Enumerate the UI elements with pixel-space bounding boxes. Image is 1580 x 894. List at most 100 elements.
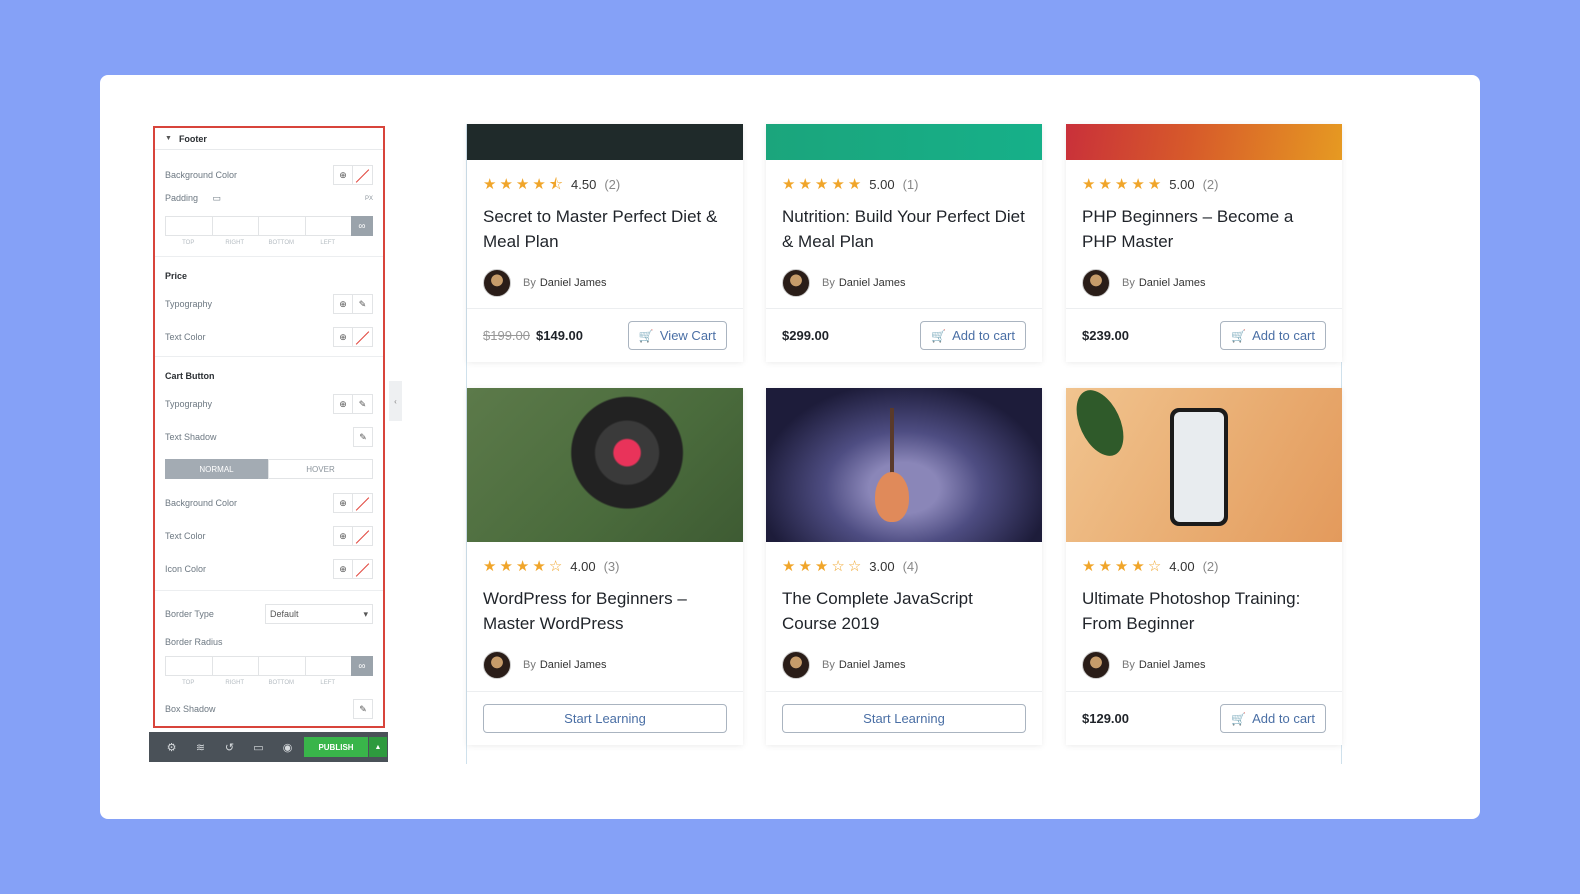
units-select[interactable]: PX — [365, 196, 373, 202]
course-title[interactable]: WordPress for Beginners – Master WordPre… — [483, 586, 727, 636]
padding-row: Padding ▭ PX — [165, 193, 373, 204]
star-icon: ★ — [1098, 175, 1112, 193]
add-to-cart-button[interactable]: 🛒 Add to cart — [1220, 321, 1326, 350]
course-title[interactable]: Nutrition: Build Your Perfect Diet & Mea… — [782, 204, 1026, 254]
section-header-footer[interactable]: ▼ Footer — [155, 128, 383, 150]
history-icon[interactable]: ↺ — [215, 741, 244, 754]
globe-icon[interactable]: ⊕ — [333, 327, 353, 347]
star-icon: ★ — [499, 557, 513, 575]
link-icon[interactable]: ∞ — [351, 656, 373, 676]
radius-top-input[interactable] — [165, 656, 212, 676]
cart-icon: 🛒 — [931, 328, 947, 343]
course-title[interactable]: Secret to Master Perfect Diet & Meal Pla… — [483, 204, 727, 254]
course-card[interactable]: ★ ★ ★ ★ ⯪ 4.50 (2) Secret to Master Perfect D… — [467, 124, 743, 362]
course-title[interactable]: Ultimate Photoshop Training: From Beginn… — [1082, 586, 1326, 636]
course-card[interactable]: ★ ★ ★ ☆ ☆ 3.00 (4) The Complete JavaScript Co… — [766, 388, 1042, 745]
avatar — [483, 269, 511, 297]
star-icon: ★ — [1147, 175, 1162, 193]
star-icon: ★ — [499, 175, 513, 193]
padding-right-input[interactable] — [211, 216, 258, 236]
start-learning-button[interactable]: Start Learning — [782, 704, 1026, 733]
border-radius-label: Border Radius — [165, 637, 223, 647]
link-icon[interactable]: ∞ — [351, 216, 373, 236]
radius-bottom-input[interactable] — [258, 656, 305, 676]
globe-icon[interactable]: ⊕ — [333, 294, 353, 314]
padding-bottom-input[interactable] — [258, 216, 305, 236]
layers-icon[interactable]: ≋ — [186, 741, 215, 754]
globe-icon[interactable]: ⊕ — [333, 394, 353, 414]
monitor-icon[interactable]: ▭ — [213, 193, 222, 203]
leaf — [1067, 388, 1133, 464]
globe-icon[interactable]: ⊕ — [333, 165, 353, 185]
card-footer: $129.00 🛒 Add to cart — [1066, 691, 1342, 745]
radius-left-input[interactable] — [304, 656, 351, 676]
phone-screen — [1174, 412, 1224, 522]
course-card[interactable]: ★ ★ ★ ★ ★ 5.00 (1) Nutrition: Build Your Perf… — [766, 124, 1042, 362]
star-icon: ★ — [798, 557, 812, 575]
cart-typography-row: Typography ⊕ ✎ — [165, 394, 373, 414]
color-picker[interactable] — [353, 559, 373, 579]
star-icon: ★ — [814, 557, 829, 575]
pencil-icon[interactable]: ✎ — [353, 427, 373, 447]
view-cart-button[interactable]: 🛒 View Cart — [627, 321, 727, 350]
star-icon: ★ — [1131, 175, 1145, 193]
radius-right-input[interactable] — [211, 656, 258, 676]
eye-icon[interactable]: ◉ — [273, 741, 302, 754]
icon-color-row: Icon Color ⊕ — [165, 559, 373, 579]
course-title[interactable]: The Complete JavaScript Course 2019 — [782, 586, 1026, 636]
star-empty-icon: ☆ — [847, 557, 862, 575]
padding-left-input[interactable] — [304, 216, 351, 236]
padding-inputs: ∞ — [165, 216, 373, 236]
price-text-color-row: Text Color ⊕ — [165, 327, 373, 347]
course-grid: ★ ★ ★ ★ ⯪ 4.50 (2) Secret to Master Perfect D… — [466, 124, 1342, 764]
card-footer: $199.00 $149.00 🛒 View Cart — [467, 308, 743, 362]
avatar — [1082, 651, 1110, 679]
price: $299.00 — [782, 328, 829, 343]
star-icon: ★ — [1082, 175, 1096, 193]
star-icon: ★ — [532, 175, 546, 193]
tab-hover[interactable]: HOVER — [268, 459, 373, 479]
star-icon: ★ — [782, 175, 796, 193]
responsive-icon[interactable]: ▭ — [244, 741, 273, 754]
cart-button-section-title: Cart Button — [165, 371, 215, 381]
globe-icon[interactable]: ⊕ — [333, 526, 353, 546]
course-card[interactable]: ★ ★ ★ ★ ☆ 4.00 (2) Ultimate Photoshop Trainin… — [1066, 388, 1342, 745]
publish-button[interactable]: PUBLISH — [304, 737, 368, 757]
collapse-panel-handle[interactable]: ‹ — [389, 381, 402, 421]
color-picker[interactable] — [353, 493, 373, 513]
course-image — [766, 388, 1042, 542]
gear-icon[interactable]: ⚙ — [157, 741, 186, 754]
cart-bg-color-row: Background Color ⊕ — [165, 493, 373, 513]
pencil-icon[interactable]: ✎ — [353, 294, 373, 314]
border-type-select[interactable]: Default ▾ — [265, 604, 373, 624]
course-image — [467, 388, 743, 542]
course-card[interactable]: ★ ★ ★ ★ ★ 5.00 (2) PHP Beginners – Become a P… — [1066, 124, 1342, 362]
border-type-row: Border Type Default ▾ — [165, 604, 373, 624]
padding-top-input[interactable] — [165, 216, 212, 236]
color-picker[interactable] — [353, 327, 373, 347]
rating: ★ ★ ★ ★ ⯪ 4.50 (2) — [483, 175, 621, 193]
pencil-icon[interactable]: ✎ — [353, 394, 373, 414]
state-tabs: NORMAL HOVER — [165, 459, 373, 479]
color-picker[interactable] — [353, 165, 373, 185]
add-to-cart-button[interactable]: 🛒 Add to cart — [920, 321, 1026, 350]
course-image — [1066, 388, 1342, 542]
start-learning-button[interactable]: Start Learning — [483, 704, 727, 733]
globe-icon[interactable]: ⊕ — [333, 559, 353, 579]
star-icon: ★ — [1082, 557, 1096, 575]
chevron-down-icon: ▾ — [363, 608, 368, 619]
box-shadow-row: Box Shadow ✎ — [165, 699, 373, 719]
price-section-title: Price — [165, 271, 188, 281]
course-title[interactable]: PHP Beginners – Become a PHP Master — [1082, 204, 1326, 254]
padding-labels: TOP RIGHT BOTTOM LEFT — [182, 240, 336, 246]
cart-icon: 🛒 — [1231, 711, 1247, 726]
color-picker[interactable] — [353, 526, 373, 546]
add-to-cart-button[interactable]: 🛒 Add to cart — [1220, 704, 1326, 733]
tab-normal[interactable]: NORMAL — [165, 459, 268, 479]
globe-icon[interactable]: ⊕ — [333, 493, 353, 513]
radius-labels: TOP RIGHT BOTTOM LEFT — [182, 680, 336, 686]
caret-up-icon[interactable]: ▲ — [369, 737, 387, 757]
pencil-icon[interactable]: ✎ — [353, 699, 373, 719]
course-card[interactable]: ★ ★ ★ ★ ☆ 4.00 (3) WordPress for Beginners – … — [467, 388, 743, 745]
section-title: Footer — [178, 133, 207, 144]
